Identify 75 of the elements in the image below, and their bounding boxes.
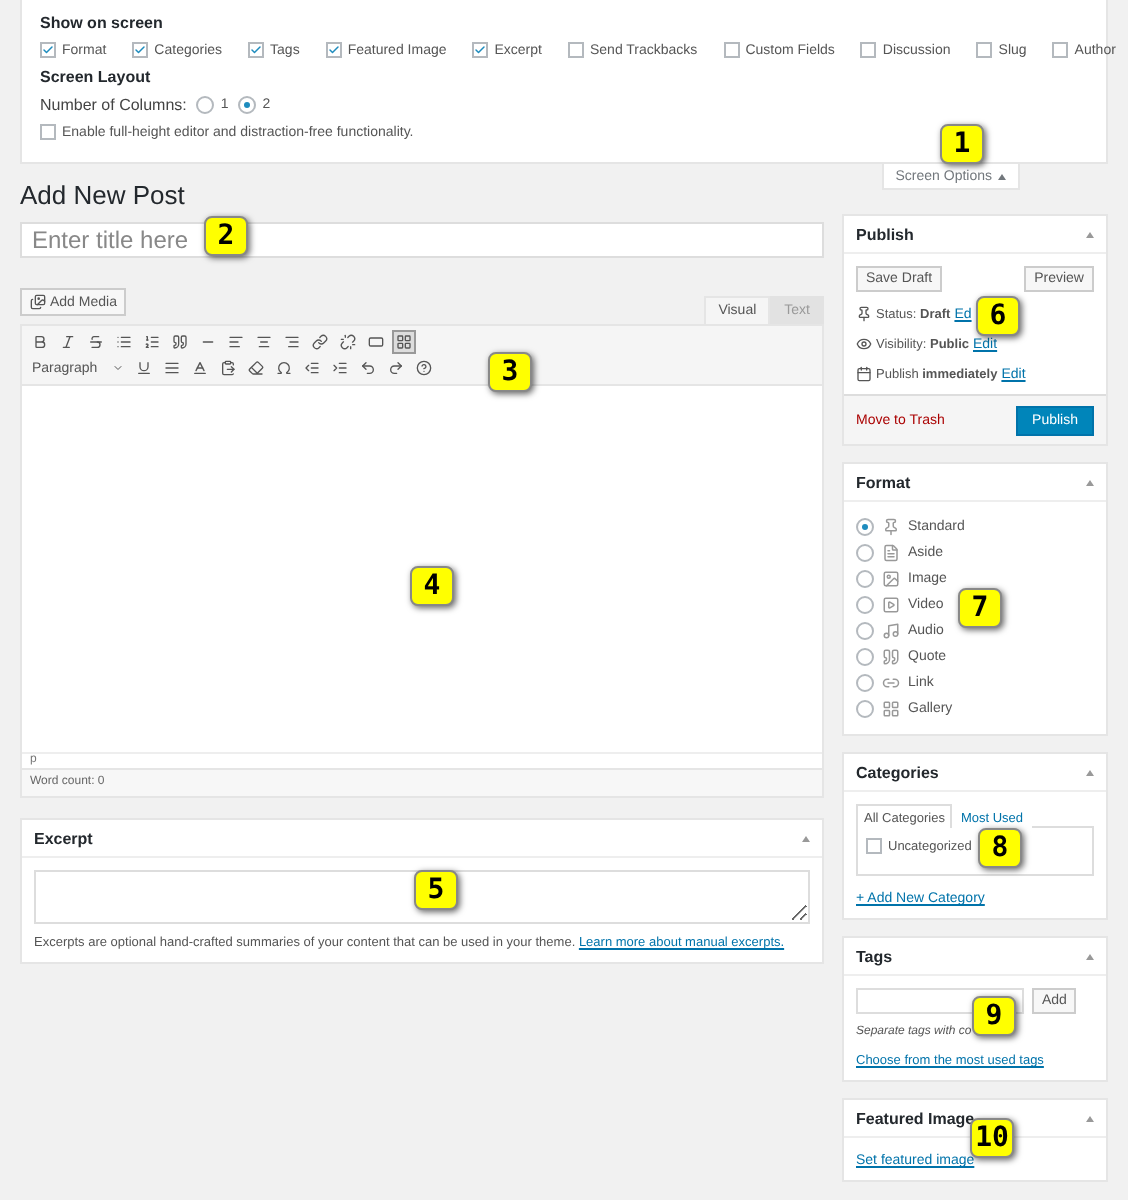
collapse-arrow-icon[interactable]	[1086, 769, 1094, 775]
unlink-icon[interactable]	[336, 330, 360, 354]
checkbox[interactable]	[132, 42, 149, 58]
collapse-arrow-icon[interactable]	[1086, 231, 1094, 237]
radio-button[interactable]	[856, 596, 874, 614]
toolbar-toggle-icon[interactable]	[392, 330, 416, 354]
collapse-arrow-icon[interactable]	[1086, 953, 1094, 959]
box-title: Featured Image	[856, 1109, 975, 1127]
link-icon	[882, 674, 900, 692]
callout-number: 6	[976, 296, 1020, 336]
underline-icon[interactable]	[132, 356, 156, 380]
section-heading: Show on screen	[40, 14, 165, 32]
radio-button[interactable]	[856, 648, 874, 666]
collapse-arrow-icon[interactable]	[1086, 1115, 1094, 1121]
box-title: Categories	[856, 763, 939, 781]
radio-button[interactable]	[856, 700, 874, 718]
paste-text-icon[interactable]	[216, 356, 240, 380]
radio-button[interactable]	[856, 544, 874, 562]
radio-button[interactable]	[856, 570, 874, 588]
callout-number: 9	[972, 996, 1016, 1036]
checkbox[interactable]	[723, 42, 740, 58]
box-title: Tags	[856, 947, 893, 965]
redo-icon[interactable]	[384, 356, 408, 380]
checkbox[interactable]	[472, 42, 489, 58]
callout-number: 5	[414, 870, 458, 910]
music-note-icon	[882, 622, 900, 640]
callout-number: 2	[204, 216, 248, 256]
callout-number: 8	[978, 828, 1022, 868]
eraser-icon[interactable]	[244, 356, 268, 380]
checkbox[interactable]	[325, 42, 342, 58]
callout-number: 3	[488, 352, 532, 392]
image-icon	[882, 570, 900, 588]
blockquote-icon[interactable]	[168, 330, 192, 354]
video-icon	[882, 596, 900, 614]
radio-button[interactable]	[856, 674, 874, 692]
numbered-list-icon[interactable]	[140, 330, 164, 354]
calendar-icon	[856, 366, 872, 382]
checkbox[interactable]	[860, 42, 877, 58]
radio-button[interactable]	[856, 518, 874, 536]
checkbox[interactable]	[567, 42, 584, 58]
callout-number: 4	[410, 566, 454, 606]
section-heading: Screen Layout	[40, 68, 153, 86]
checkbox[interactable]	[40, 124, 56, 140]
columns-label: Number of Columns:	[40, 96, 187, 114]
omega-icon[interactable]	[272, 356, 296, 380]
callout-number: 1	[940, 124, 984, 164]
gallery-icon	[882, 700, 900, 718]
checkbox[interactable]	[1052, 42, 1069, 58]
link-icon[interactable]	[308, 330, 332, 354]
eye-icon	[856, 336, 872, 352]
excerpt-field[interactable]	[34, 870, 810, 924]
undo-icon[interactable]	[356, 356, 380, 380]
radio-button[interactable]	[238, 96, 257, 114]
callout-number: 7	[958, 588, 1002, 628]
collapse-arrow-icon[interactable]	[1086, 479, 1094, 485]
pin-icon	[882, 518, 900, 536]
checkbox[interactable]	[976, 42, 993, 58]
document-icon	[882, 544, 900, 562]
checkbox[interactable]	[248, 42, 265, 58]
pin-icon	[856, 306, 872, 322]
quote-icon	[882, 648, 900, 666]
strikethrough-icon[interactable]	[84, 330, 108, 354]
checkbox[interactable]	[866, 838, 882, 854]
text-color-icon[interactable]	[188, 356, 212, 380]
media-icon	[30, 294, 46, 310]
collapse-arrow-icon[interactable]	[802, 835, 810, 841]
radio-button[interactable]	[196, 96, 215, 114]
page-title: Add New Post	[20, 182, 187, 210]
caret-icon	[112, 362, 124, 374]
box-title: Excerpt	[34, 829, 93, 847]
box-title: Format	[856, 473, 911, 491]
checkbox[interactable]	[40, 42, 56, 58]
box-title: Publish	[856, 225, 914, 243]
help-icon[interactable]	[412, 356, 436, 380]
radio-button[interactable]	[856, 622, 874, 640]
